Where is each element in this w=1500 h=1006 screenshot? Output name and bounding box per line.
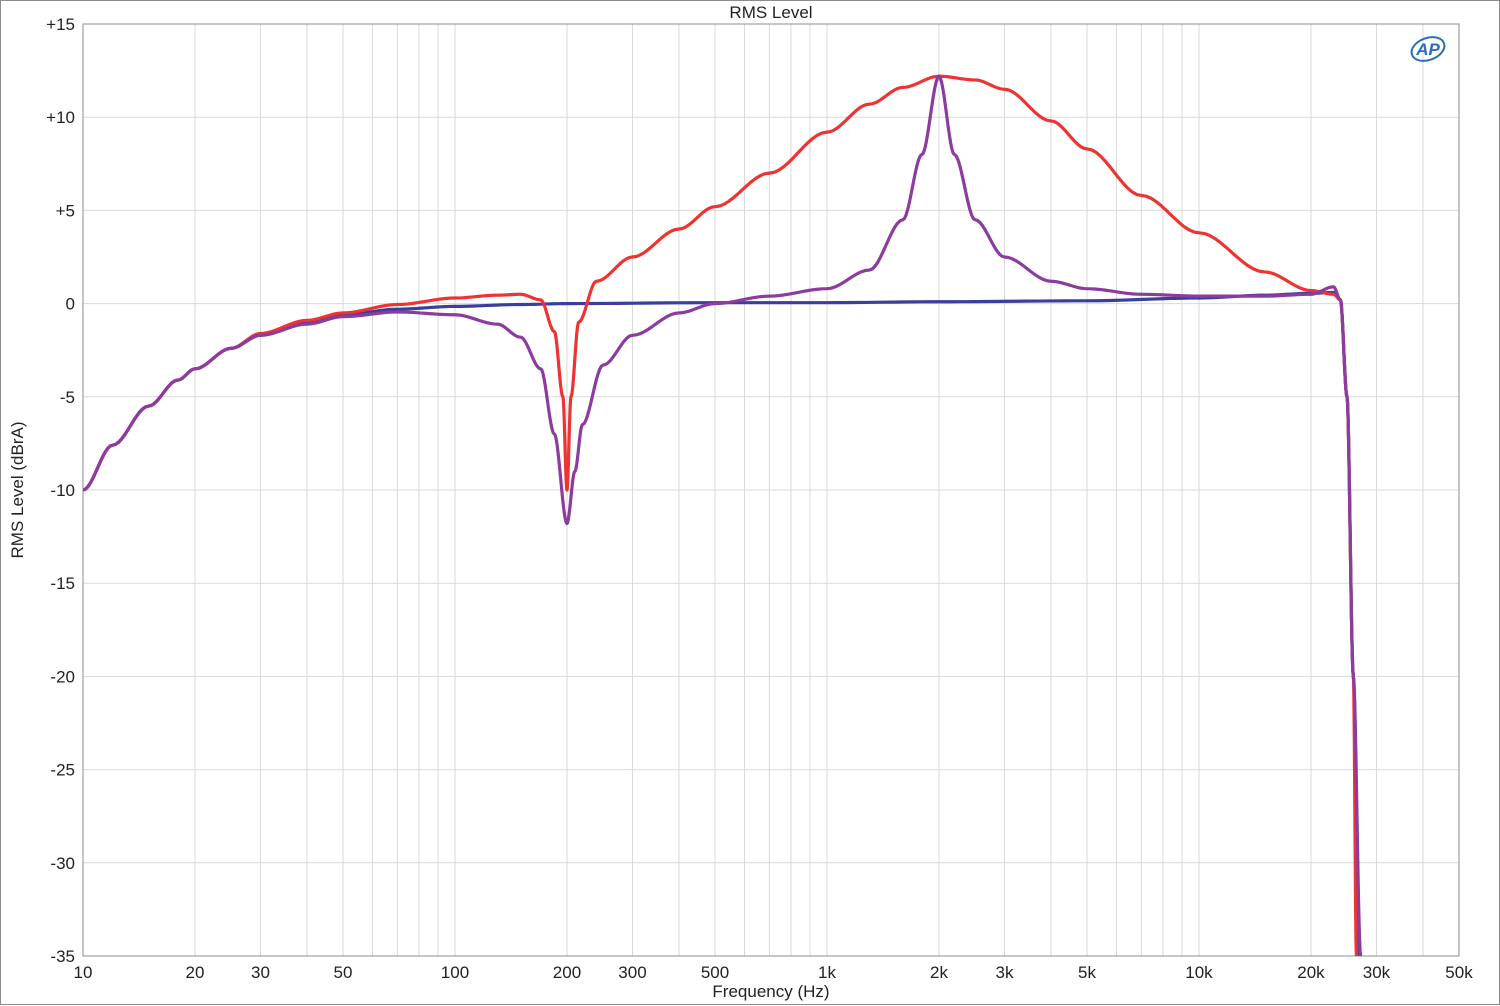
x-tick-label: 20	[186, 963, 205, 982]
grid	[83, 24, 1459, 956]
x-tick-labels: 10 20 30 50 100 200 300 500 1k 2k 3k 5k 10k 20k 30k 50k	[74, 963, 1474, 982]
y-tick-label: +5	[56, 201, 75, 220]
x-tick-label: 30k	[1363, 963, 1391, 982]
x-tick-label: 50k	[1445, 963, 1473, 982]
series-line-1	[83, 290, 1362, 956]
x-tick-label: 10	[74, 963, 93, 982]
y-tick-label: -35	[50, 947, 75, 966]
y-tick-label: -5	[60, 388, 75, 407]
y-tick-label: -10	[50, 481, 75, 500]
x-tick-label: 100	[441, 963, 469, 982]
y-tick-label: 0	[66, 295, 75, 314]
ap-logo-icon: AP	[1410, 36, 1446, 62]
x-tick-label: 30	[251, 963, 270, 982]
chart-svg: RMS Level +15+10+50-5-10-15-20-25-30-35 …	[8, 3, 1474, 1001]
x-tick-label: 20k	[1297, 963, 1325, 982]
x-tick-label: 2k	[930, 963, 948, 982]
series-layer	[83, 74, 1363, 956]
x-tick-label: 3k	[995, 963, 1013, 982]
series-line-2	[83, 74, 1359, 956]
x-tick-label: 5k	[1078, 963, 1096, 982]
y-tick-label: +10	[46, 108, 75, 127]
x-tick-label: 500	[701, 963, 729, 982]
series-line-3	[83, 74, 1363, 956]
x-tick-label: 1k	[818, 963, 836, 982]
y-axis-title: RMS Level (dBrA)	[8, 422, 27, 559]
ap-logo-text: AP	[1415, 40, 1440, 59]
y-tick-label: -25	[50, 761, 75, 780]
x-axis-title: Frequency (Hz)	[712, 982, 829, 1001]
x-tick-label: 300	[618, 963, 646, 982]
chart-title: RMS Level	[729, 3, 812, 22]
y-tick-label: -20	[50, 667, 75, 686]
x-tick-label: 10k	[1185, 963, 1213, 982]
y-tick-labels: +15 +10 +5 0 -5 -10 -15 -20 -25 -30 -35	[46, 15, 75, 966]
y-tick-label: +15	[46, 15, 75, 34]
chart-frame: RMS Level +15 +10 +5 0 -5 -10 -15 -20 -25 -30 -35 …	[0, 0, 1500, 1005]
y-tick-label: -15	[50, 574, 75, 593]
x-tick-label: 200	[553, 963, 581, 982]
y-tick-label: -30	[50, 854, 75, 873]
x-tick-label: 50	[334, 963, 353, 982]
